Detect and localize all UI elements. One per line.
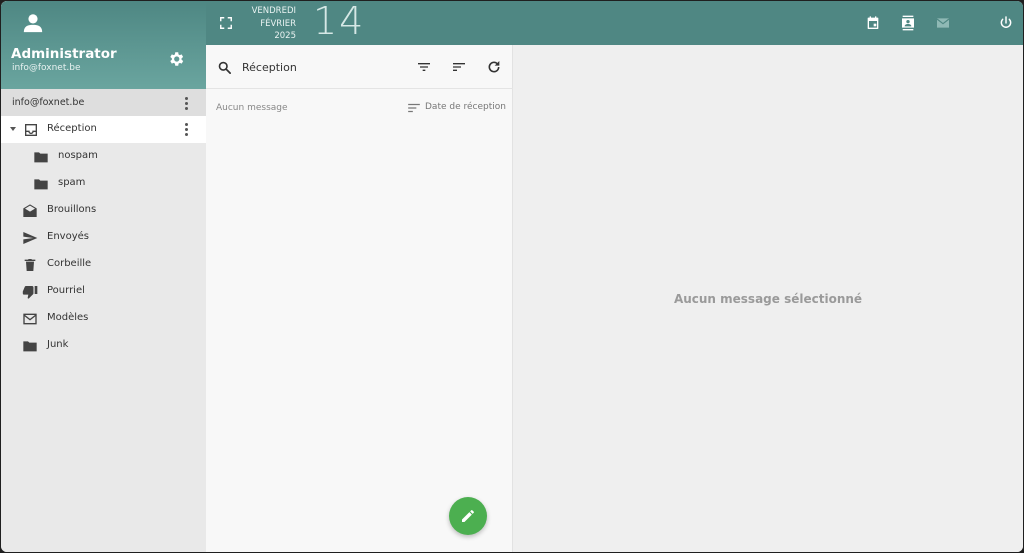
pencil-icon — [462, 510, 474, 522]
folder-item-junk[interactable]: Junk — [1, 332, 206, 359]
folder-item-nospam[interactable]: nospam — [1, 143, 206, 170]
folder-label: Brouillons — [47, 204, 97, 215]
list-header: Réception — [206, 45, 513, 89]
folder-icon — [34, 179, 48, 190]
inbox-icon — [25, 124, 37, 136]
sort-icon[interactable] — [451, 59, 467, 75]
account-menu-icon[interactable] — [185, 97, 189, 111]
folder-icon — [34, 152, 48, 163]
top-bar: VENDREDI FÉVRIER 2025 14 — [206, 1, 1023, 45]
message-list: Réception Aucun message Date de réceptio… — [206, 45, 513, 552]
account-row[interactable]: info@foxnet.be — [1, 89, 206, 116]
date-year: 2025 — [274, 31, 296, 41]
folder-item-modeles[interactable]: Modèles — [1, 305, 206, 332]
folder-label: Envoyés — [47, 231, 89, 242]
date-block: VENDREDI FÉVRIER 2025 — [236, 5, 296, 43]
user-email: info@foxnet.be — [12, 63, 81, 73]
folder-label: Pourriel — [47, 285, 85, 296]
account-label: info@foxnet.be — [12, 97, 85, 108]
mail-outline-icon — [23, 313, 37, 325]
no-message-selected-label: Aucun message sélectionné — [673, 292, 863, 306]
contacts-icon[interactable] — [900, 15, 916, 31]
folder-item-corbeille[interactable]: Corbeille — [1, 251, 206, 278]
folder-label: Modèles — [47, 312, 89, 323]
list-title: Réception — [242, 61, 297, 74]
mail-icon[interactable] — [935, 15, 951, 31]
date-month: FÉVRIER — [260, 18, 296, 29]
folder-menu-icon[interactable] — [185, 123, 189, 137]
folder-icon — [23, 341, 37, 352]
expand-caret-icon[interactable] — [10, 127, 16, 131]
folder-label: Réception — [47, 123, 97, 134]
date-weekday: VENDREDI — [251, 6, 296, 16]
filter-icon[interactable] — [416, 59, 432, 75]
sidebar: Administrator info@foxnet.be info@foxnet… — [1, 1, 206, 552]
folder-item-envoyes[interactable]: Envoyés — [1, 224, 206, 251]
folder-label: Junk — [47, 339, 69, 350]
search-icon[interactable] — [217, 60, 232, 75]
folder-item-brouillons[interactable]: Brouillons — [1, 197, 206, 224]
folder-item-spam[interactable]: spam — [1, 170, 206, 197]
reading-pane: Aucun message sélectionné — [513, 45, 1023, 552]
trash-icon — [24, 259, 36, 271]
power-icon[interactable] — [998, 15, 1014, 31]
sort-order-icon[interactable] — [407, 102, 421, 114]
date-day: 14 — [313, 1, 366, 43]
user-name: Administrator — [11, 46, 117, 62]
folder-label: spam — [58, 177, 86, 188]
thumb-down-icon — [22, 286, 38, 299]
refresh-icon[interactable] — [486, 59, 502, 75]
settings-gear-icon[interactable] — [167, 50, 185, 68]
fullscreen-icon[interactable] — [219, 16, 233, 30]
folder-label: nospam — [58, 150, 98, 161]
app-window: Administrator info@foxnet.be info@foxnet… — [1, 1, 1023, 552]
calendar-icon[interactable] — [865, 15, 881, 31]
sort-label[interactable]: Date de réception — [425, 102, 506, 112]
send-icon — [23, 232, 38, 244]
drafts-icon — [23, 204, 37, 217]
folder-item-reception[interactable]: Réception — [1, 116, 206, 143]
folder-item-pourriel[interactable]: Pourriel — [1, 278, 206, 305]
empty-list-label: Aucun message — [216, 103, 288, 113]
folder-label: Corbeille — [47, 258, 92, 269]
user-header: Administrator info@foxnet.be — [1, 1, 206, 89]
compose-button[interactable] — [449, 497, 487, 535]
user-avatar-icon[interactable] — [22, 12, 44, 34]
